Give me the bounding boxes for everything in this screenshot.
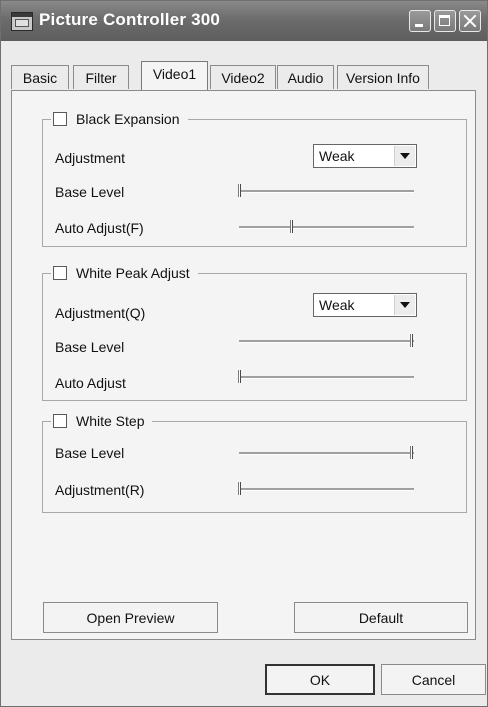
title-bar[interactable]: Picture Controller 300 bbox=[1, 1, 487, 41]
white-peak-base-level-slider[interactable] bbox=[239, 334, 414, 348]
black-expansion-auto-adjust-slider[interactable] bbox=[239, 220, 414, 234]
black-expansion-header: Black Expansion bbox=[51, 109, 188, 129]
cancel-button[interactable]: Cancel bbox=[381, 664, 486, 695]
tab-basic[interactable]: Basic bbox=[11, 65, 69, 89]
slider-track bbox=[239, 376, 414, 379]
black-expansion-auto-adjust-label: Auto Adjust(F) bbox=[55, 220, 144, 236]
tab-video1[interactable]: Video1 bbox=[141, 61, 208, 90]
white-peak-adjustment-select[interactable]: Weak bbox=[313, 293, 417, 317]
white-peak-adjust-label: White Peak Adjust bbox=[76, 265, 190, 281]
black-expansion-checkbox[interactable] bbox=[53, 112, 67, 126]
white-peak-base-level-label: Base Level bbox=[55, 339, 125, 355]
tab-version-info[interactable]: Version Info bbox=[337, 65, 429, 89]
slider-track bbox=[239, 340, 414, 343]
default-button[interactable]: Default bbox=[294, 602, 468, 633]
slider-thumb[interactable] bbox=[238, 370, 241, 383]
white-step-base-level-label: Base Level bbox=[55, 445, 125, 461]
slider-track bbox=[239, 452, 414, 455]
slider-track bbox=[239, 226, 414, 229]
black-expansion-adjustment-select[interactable]: Weak bbox=[313, 144, 417, 168]
minimize-button[interactable] bbox=[409, 10, 431, 32]
tab-video2[interactable]: Video2 bbox=[210, 65, 276, 89]
black-expansion-base-level-slider[interactable] bbox=[238, 184, 414, 198]
black-expansion-adjustment-value: Weak bbox=[319, 148, 355, 164]
white-peak-adjustment-value: Weak bbox=[319, 297, 355, 313]
white-step-adjustment-label: Adjustment(R) bbox=[55, 482, 145, 498]
white-peak-adjust-header: White Peak Adjust bbox=[51, 263, 198, 283]
white-peak-adjust-checkbox[interactable] bbox=[53, 266, 67, 280]
black-expansion-adjustment-label: Adjustment bbox=[55, 150, 126, 166]
ok-button[interactable]: OK bbox=[265, 664, 375, 695]
maximize-button[interactable] bbox=[434, 10, 456, 32]
slider-thumb[interactable] bbox=[238, 482, 241, 495]
window-title: Picture Controller 300 bbox=[39, 10, 221, 29]
white-peak-auto-adjust-label: Auto Adjust bbox=[55, 375, 126, 391]
close-button[interactable] bbox=[459, 10, 481, 32]
white-step-group: White Step bbox=[42, 411, 467, 513]
chevron-down-icon[interactable] bbox=[394, 146, 415, 166]
slider-track bbox=[239, 190, 414, 193]
white-step-checkbox[interactable] bbox=[53, 414, 67, 428]
picture-controller-window: Picture Controller 300 Basic Filter Vide… bbox=[0, 0, 488, 707]
open-preview-button[interactable]: Open Preview bbox=[43, 602, 218, 633]
white-peak-adjustment-label: Adjustment(Q) bbox=[55, 305, 146, 321]
slider-thumb[interactable] bbox=[238, 184, 241, 197]
white-step-base-level-slider[interactable] bbox=[239, 446, 414, 460]
white-step-header: White Step bbox=[51, 411, 153, 431]
white-step-adjustment-slider[interactable] bbox=[238, 482, 414, 496]
tab-filter[interactable]: Filter bbox=[73, 65, 129, 89]
white-peak-auto-adjust-slider[interactable] bbox=[238, 370, 414, 384]
slider-thumb[interactable] bbox=[289, 220, 293, 233]
slider-thumb[interactable] bbox=[410, 334, 413, 347]
slider-track bbox=[239, 488, 414, 491]
black-expansion-base-level-label: Base Level bbox=[55, 184, 125, 200]
app-window-icon bbox=[11, 12, 33, 31]
slider-thumb[interactable] bbox=[410, 446, 413, 459]
chevron-down-icon[interactable] bbox=[394, 295, 415, 315]
black-expansion-label: Black Expansion bbox=[76, 111, 180, 127]
tab-audio[interactable]: Audio bbox=[277, 65, 334, 89]
white-step-label: White Step bbox=[76, 413, 145, 429]
